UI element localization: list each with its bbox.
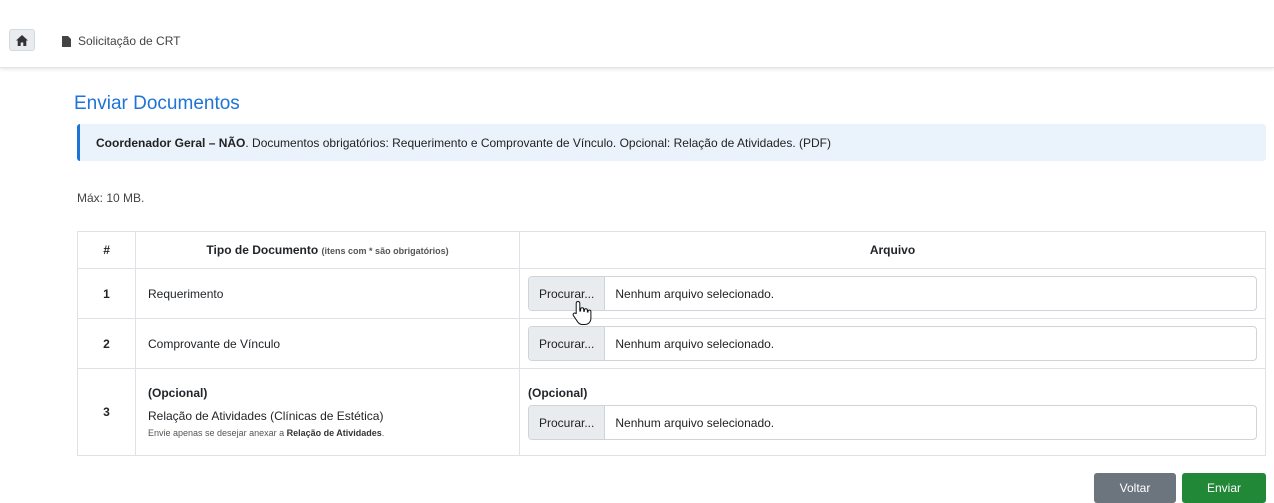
- file-cell: Procurar... Nenhum arquivo selecionado.: [519, 318, 1266, 369]
- home-button[interactable]: [9, 29, 35, 51]
- document-type: Comprovante de Vínculo: [135, 318, 520, 369]
- document-type-label: Requerimento: [148, 286, 224, 301]
- header-document-type: Tipo de Documento (itens com * são obrig…: [135, 231, 520, 269]
- document-type-label: Comprovante de Vínculo: [148, 336, 281, 351]
- file-status: Nenhum arquivo selecionado.: [615, 286, 775, 301]
- file-cell: Procurar... Nenhum arquivo selecionado.: [519, 268, 1266, 319]
- document-type-label: Relação de Atividades (Clínicas de Estét…: [148, 409, 384, 423]
- row-number: 1: [77, 268, 136, 319]
- info-alert: Coordenador Geral – NÃO. Documentos obri…: [77, 124, 1266, 161]
- header-number: #: [77, 231, 136, 269]
- breadcrumb-current: Solicitação de CRT: [78, 34, 181, 48]
- header-type-label: Tipo de Documento: [206, 243, 319, 257]
- file-input-requerimento[interactable]: Procurar... Nenhum arquivo selecionado.: [528, 276, 1257, 311]
- browse-button[interactable]: Procurar...: [529, 277, 606, 310]
- alert-bold-text: Coordenador Geral – NÃO: [96, 135, 246, 150]
- header-type-hint: (itens com * são obrigatórios): [321, 246, 449, 256]
- send-button[interactable]: Enviar: [1182, 473, 1266, 503]
- help-suffix: .: [381, 428, 385, 438]
- table-row: 3 (Opcional) Relação de Atividades (Clín…: [77, 368, 1266, 456]
- document-type: Requerimento: [135, 268, 520, 319]
- documents-table: # Tipo de Documento (itens com * são obr…: [77, 231, 1266, 456]
- page-title: Enviar Documentos: [74, 93, 240, 114]
- file-optional-tag: (Opcional): [528, 386, 588, 400]
- browse-button[interactable]: Procurar...: [529, 327, 606, 360]
- home-icon: [16, 34, 28, 46]
- file-status: Nenhum arquivo selecionado.: [615, 415, 775, 430]
- row-number: 2: [77, 318, 136, 369]
- document-type: (Opcional) Relação de Atividades (Clínic…: [135, 368, 520, 456]
- help-bold: Relação de Atividades: [286, 428, 382, 438]
- breadcrumb: Solicitação de CRT: [62, 33, 181, 49]
- file-input-comprovante[interactable]: Procurar... Nenhum arquivo selecionado.: [528, 326, 1257, 361]
- row-number: 3: [77, 368, 136, 456]
- back-button[interactable]: Voltar: [1094, 473, 1176, 503]
- file-icon: [62, 35, 71, 47]
- file-status: Nenhum arquivo selecionado.: [615, 336, 775, 351]
- hand-pointer-icon: [572, 300, 592, 325]
- optional-tag: (Opcional): [148, 386, 208, 400]
- file-input-relacao[interactable]: Procurar... Nenhum arquivo selecionado.: [528, 405, 1257, 440]
- file-cell: (Opcional) Procurar... Nenhum arquivo se…: [519, 368, 1266, 456]
- help-prefix: Envie apenas se desejar anexar a: [148, 428, 287, 438]
- browse-button[interactable]: Procurar...: [529, 406, 606, 439]
- table-row: 1 Requerimento Procurar... Nenhum arquiv…: [77, 268, 1266, 319]
- header-file: Arquivo: [519, 231, 1266, 269]
- table-row: 2 Comprovante de Vínculo Procurar... Nen…: [77, 318, 1266, 369]
- top-bar: Solicitação de CRT: [0, 0, 1274, 68]
- max-size-note: Máx: 10 MB.: [77, 191, 145, 205]
- alert-text: . Documentos obrigatórios: Requerimento …: [245, 135, 832, 150]
- help-text: Envie apenas se desejar anexar a Relação…: [148, 428, 507, 438]
